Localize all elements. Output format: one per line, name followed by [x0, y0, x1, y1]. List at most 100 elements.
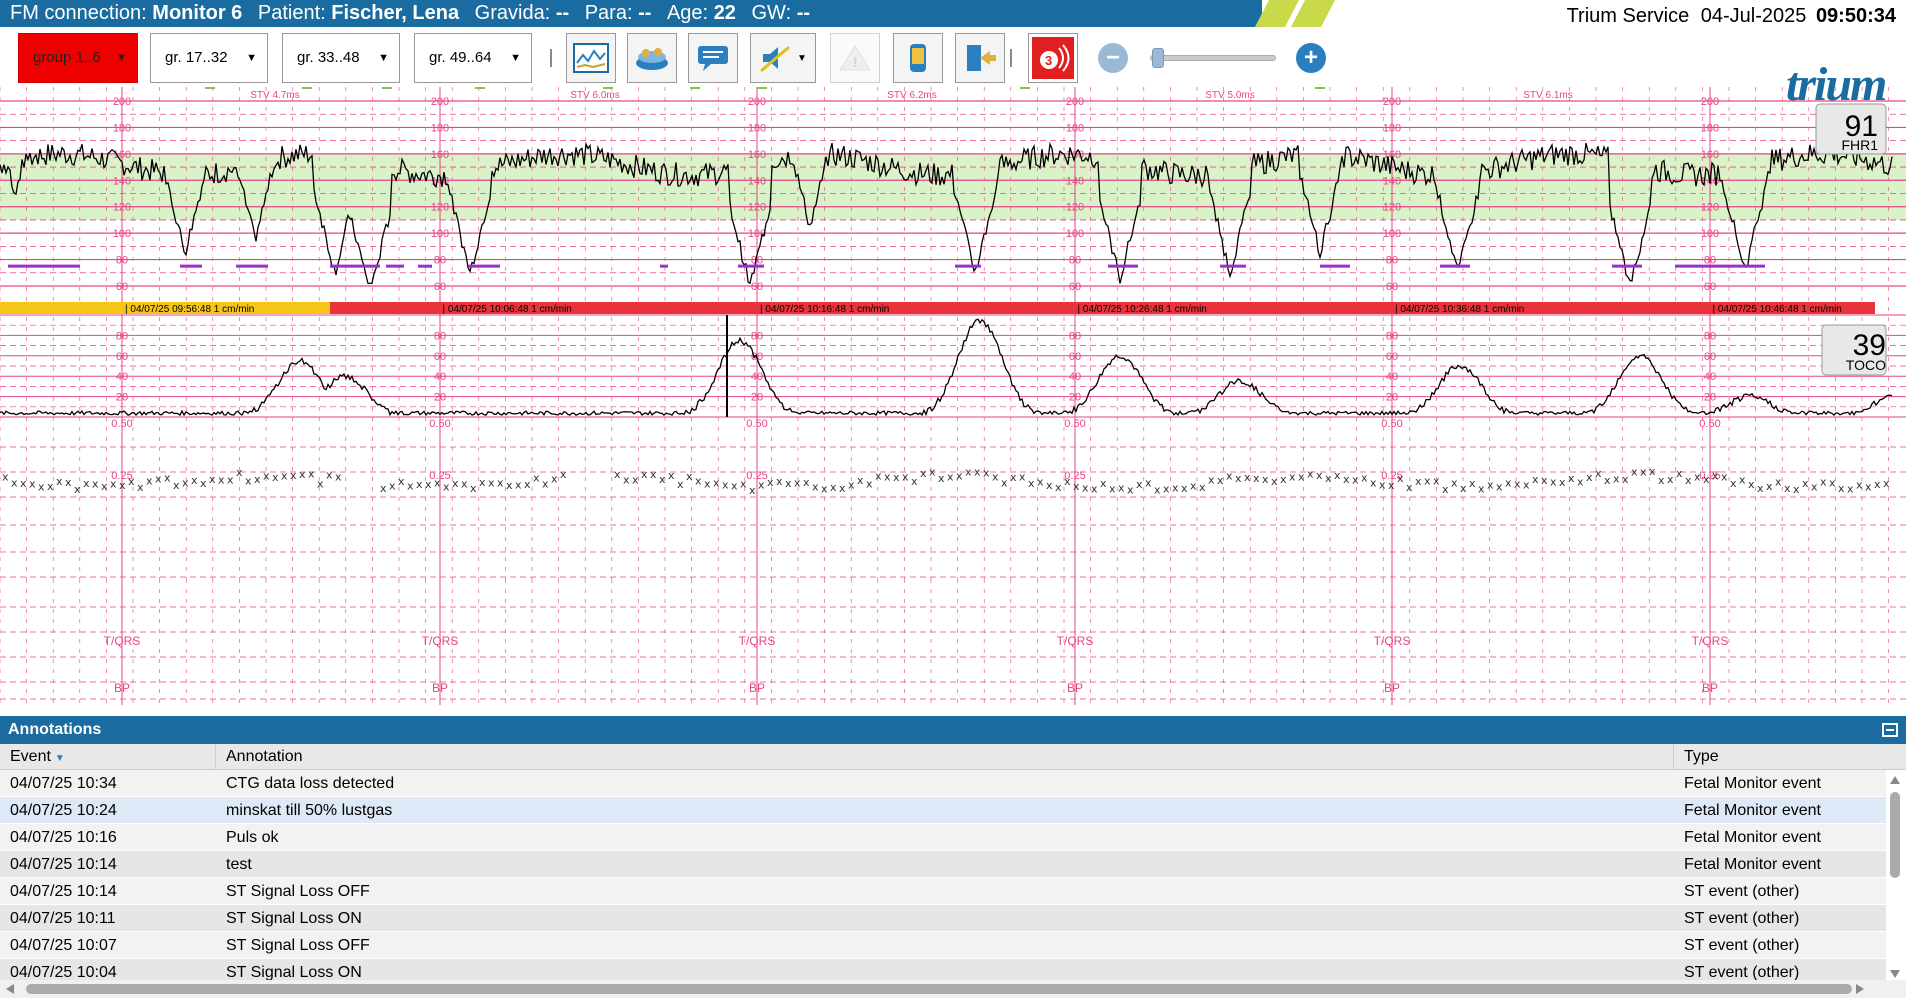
scroll-down-icon[interactable] [1890, 970, 1900, 978]
trend-view-button[interactable] [566, 33, 616, 83]
bp-label: BP [114, 681, 130, 695]
scroll-thumb[interactable] [1890, 792, 1900, 878]
tqrs-mark: x [740, 478, 747, 491]
annotation-row[interactable]: 04/07/25 10:16 Puls ok Fetal Monitor event [0, 824, 1886, 851]
tqrs-mark: x [1577, 476, 1584, 489]
group-33-48-dropdown[interactable]: gr. 33..48 ▼ [282, 33, 400, 83]
layers-button[interactable] [627, 33, 677, 83]
toco-tick-label: 80 [751, 330, 763, 342]
group-17-32-dropdown[interactable]: gr. 17..32 ▼ [150, 33, 268, 83]
tqrs-mark: x [1820, 476, 1827, 489]
horizontal-scrollbar[interactable] [0, 980, 1906, 998]
current-date: 04-Jul-2025 [1700, 5, 1807, 27]
tqrs-mark: x [686, 470, 693, 483]
fhr-tick-label: 60 [751, 281, 763, 293]
toco-tick-label: 80 [1069, 330, 1081, 342]
tqrs-mark: x [947, 470, 954, 483]
annotation-row[interactable]: 04/07/25 10:07 ST Signal Loss OFF ST event… [0, 932, 1886, 959]
tqrs-mark: x [551, 472, 558, 485]
gravida-label: Gravida: [474, 2, 551, 24]
group-1-6-dropdown[interactable]: group 1..6 ▼ [18, 33, 138, 83]
tqrs-mark: x [1649, 465, 1656, 478]
fhr-tick-label: 180 [1701, 122, 1719, 134]
tqrs-mark: x [1559, 476, 1566, 489]
toco-tick-label: 40 [1704, 371, 1716, 383]
tqrs-mark: x [1721, 471, 1728, 484]
toco-tick-label: 20 [116, 392, 128, 404]
toco-tick-label: 80 [434, 330, 446, 342]
vertical-scrollbar[interactable] [1888, 774, 1902, 980]
column-event[interactable]: Event ▼ [0, 744, 216, 770]
tqrs-mark: x [20, 477, 27, 490]
column-type[interactable]: Type [1674, 744, 1906, 770]
tqrs-mark: x [884, 471, 891, 484]
tqrs-mark: x [1811, 481, 1818, 494]
fhr-tick-label: 200 [1383, 96, 1401, 108]
tqrs-mark: x [308, 467, 315, 480]
scroll-left-icon[interactable] [6, 984, 14, 994]
fhr-tick-label: 200 [1701, 96, 1719, 108]
zoom-slider-track[interactable] [1150, 55, 1276, 61]
tqrs-mark: x [803, 476, 810, 489]
annotation-event-time: 04/07/25 10:11 [10, 910, 116, 927]
annotation-row[interactable]: 04/07/25 10:14 test Fetal Monitor event [0, 851, 1886, 878]
tqrs-mark: x [1469, 477, 1476, 490]
tqrs-mark: x [1451, 476, 1458, 489]
patient-name: Fischer, Lena [331, 2, 460, 24]
device-button[interactable] [893, 33, 943, 83]
tqrs-mark: x [1145, 477, 1152, 490]
warning-button[interactable]: ! [830, 33, 880, 83]
chevron-down-icon: ▼ [378, 52, 389, 64]
group-1-6-label: group 1..6 [33, 49, 101, 66]
fhr-tick-label: 100 [1383, 228, 1401, 240]
annotation-text: CTG data loss detected [226, 775, 395, 792]
hscroll-thumb[interactable] [26, 984, 1852, 994]
annotation-row[interactable]: 04/07/25 10:34 CTG data loss detected Feta… [0, 770, 1886, 797]
annotation-row[interactable]: 04/07/25 10:14 ST Signal Loss OFF ST event… [0, 878, 1886, 905]
stv-label: STV 4.7ms [250, 90, 299, 101]
alarm-mute-dropdown[interactable]: ▼ [750, 33, 816, 83]
toco-tick-label: 40 [116, 371, 128, 383]
zoom-out-button[interactable]: − [1098, 43, 1128, 73]
tqrs-mark: x [830, 481, 837, 494]
tqrs-mark: x [623, 473, 630, 486]
fhr-tick-label: 100 [113, 228, 131, 240]
annotation-text: minskat till 50% lustgas [226, 802, 393, 819]
annotation-row[interactable]: 04/07/25 10:24 minskat till 50% lustgas Fe… [0, 797, 1886, 824]
group-49-64-dropdown[interactable]: gr. 49..64 ▼ [414, 33, 532, 83]
exit-button[interactable] [955, 33, 1005, 83]
group-49-64-label: gr. 49..64 [429, 49, 492, 66]
scroll-right-icon[interactable] [1856, 984, 1864, 994]
fhr-tick-label: 200 [748, 96, 766, 108]
comment-button[interactable] [688, 33, 738, 83]
annotation-row[interactable]: 04/07/25 10:11 ST Signal Loss ON ST event … [0, 905, 1886, 932]
bp-label: BP [1067, 681, 1083, 695]
tqrs-mark: x [335, 470, 342, 483]
annotation-type: ST event (other) [1684, 964, 1800, 980]
tqrs-mark: x [857, 474, 864, 487]
tqrs-mark: x [1667, 473, 1674, 486]
annotations-list: 04/07/25 10:34 CTG data loss detected Feta… [0, 770, 1886, 980]
tqrs-mark: x [461, 478, 468, 491]
fhr-tick-label: 140 [748, 175, 766, 187]
ctg-chart[interactable]: 2001801601401201008060806040200.500.25T/… [0, 87, 1906, 705]
collapse-icon[interactable] [1882, 723, 1898, 737]
annotation-row[interactable]: 04/07/25 10:04 ST Signal Loss ON ST event … [0, 959, 1886, 980]
tqrs-mark: x [515, 479, 522, 492]
alarm-badge-button[interactable]: 3 [1028, 33, 1078, 83]
tqrs-mark: x [776, 475, 783, 488]
tqrs-mark: x [1658, 474, 1665, 487]
tqrs-mark: x [1415, 475, 1422, 488]
column-annotation[interactable]: Annotation [216, 744, 1674, 770]
annotation-text: test [226, 856, 252, 873]
tqrs-mark: x [182, 477, 189, 490]
scroll-up-icon[interactable] [1890, 776, 1900, 784]
tqrs-mark: x [1001, 477, 1008, 490]
tqrs-mark: x [1838, 482, 1845, 495]
zoom-in-button[interactable]: + [1296, 43, 1326, 73]
zoom-slider-thumb[interactable] [1152, 48, 1164, 68]
tqrs-mark: x [1181, 482, 1188, 495]
annotation-event-time: 04/07/25 10:04 [10, 964, 117, 980]
bp-label: BP [1702, 681, 1718, 695]
toco-tick-label: 60 [116, 351, 128, 363]
